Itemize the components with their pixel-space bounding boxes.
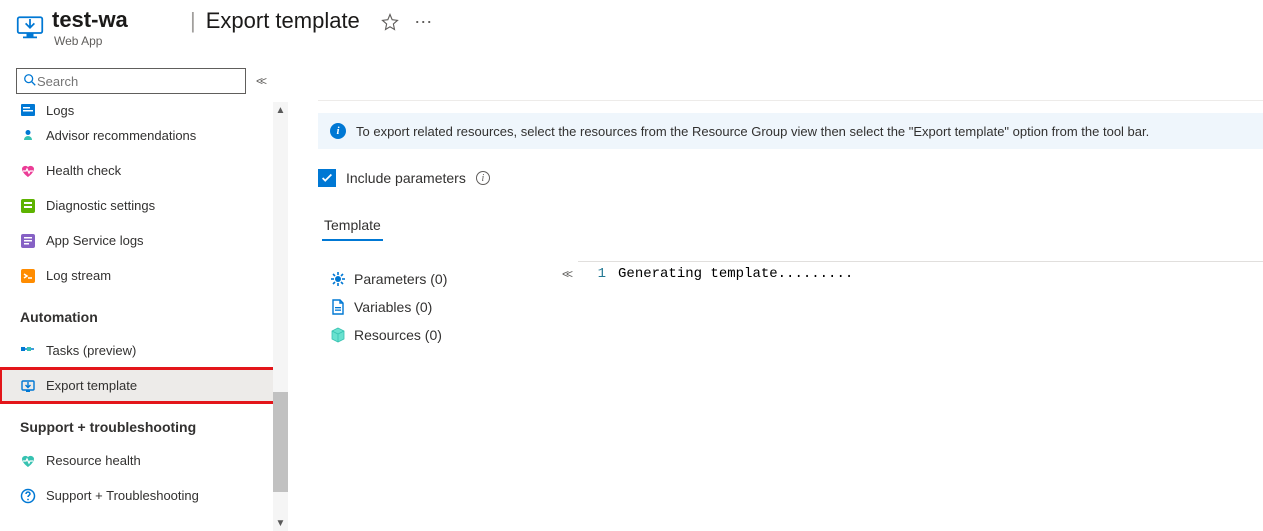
info-banner: i To export related resources, select th…	[318, 113, 1263, 149]
sidebar-item-label: Tasks (preview)	[46, 343, 136, 358]
tabs: Template	[322, 211, 1263, 241]
res-health-icon	[20, 453, 36, 469]
tab-template[interactable]: Template	[322, 211, 383, 241]
tree-label: Resources (0)	[354, 327, 442, 343]
header-separator: |	[190, 8, 196, 34]
sidebar-item-support-troubleshooting[interactable]: Support + Troubleshooting	[0, 478, 288, 513]
collapse-menu-icon[interactable]: <<	[256, 74, 264, 88]
include-parameters-row: Include parameters i	[318, 163, 1263, 193]
sidebar-section-support: Support + troubleshooting	[0, 403, 288, 443]
template-tree: Parameters (0) Variables (0) Resources (…	[322, 261, 562, 349]
tree-label: Variables (0)	[354, 299, 432, 315]
info-icon: i	[330, 123, 346, 139]
resource-header: test-wa Web App | Export template ⋯	[0, 0, 1263, 60]
logs-icon	[20, 102, 36, 118]
sidebar-item-label: Resource health	[46, 453, 141, 468]
sidebar-item-export-template[interactable]: Export template	[0, 368, 288, 403]
sidebar-item-label: Advisor recommendations	[46, 128, 196, 143]
scroll-thumb[interactable]	[273, 392, 288, 492]
page-title: Export template	[206, 8, 360, 34]
header-actions: ⋯	[380, 12, 434, 32]
resource-type: Web App	[52, 34, 182, 48]
include-parameters-info-icon[interactable]: i	[476, 171, 490, 185]
sidebar-item-label: Diagnostic settings	[46, 198, 155, 213]
tasks-icon	[20, 343, 36, 359]
sidebar-item-label: Support + Troubleshooting	[46, 488, 199, 503]
sidebar-item-tasks[interactable]: Tasks (preview)	[0, 333, 288, 368]
code-editor[interactable]: 1 Generating template.........	[578, 261, 1263, 286]
advisor-icon	[20, 128, 36, 144]
tree-resources[interactable]: Resources (0)	[322, 321, 562, 349]
sidebar-item-label: Log stream	[46, 268, 111, 283]
toolbar-divider	[318, 100, 1263, 101]
health-icon	[20, 163, 36, 179]
export-icon	[20, 378, 36, 394]
webapp-icon	[16, 12, 44, 40]
sidebar-nav: Logs Advisor recommendations Health chec…	[0, 102, 288, 531]
sidebar-item-label: Logs	[46, 103, 74, 118]
variables-icon	[330, 299, 346, 315]
resource-name[interactable]: test-wa	[52, 6, 182, 34]
code-line: Generating template.........	[618, 262, 853, 286]
search-icon	[23, 73, 37, 90]
resources-icon	[330, 327, 346, 343]
sidebar: << Logs Advisor recommendations Health c…	[0, 64, 288, 531]
sidebar-search[interactable]	[16, 68, 246, 94]
app-logs-icon	[20, 233, 36, 249]
sidebar-scrollbar[interactable]: ▲ ▼	[273, 102, 288, 531]
sidebar-item-log-stream[interactable]: Log stream	[0, 258, 288, 293]
tree-label: Parameters (0)	[354, 271, 447, 287]
info-banner-text: To export related resources, select the …	[356, 124, 1149, 139]
search-input[interactable]	[37, 74, 239, 89]
sidebar-section-automation: Automation	[0, 293, 288, 333]
tree-parameters[interactable]: Parameters (0)	[322, 265, 562, 293]
main-content: i To export related resources, select th…	[300, 64, 1263, 531]
sidebar-item-app-service-logs[interactable]: App Service logs	[0, 223, 288, 258]
support-icon	[20, 488, 36, 504]
code-gutter: 1	[578, 262, 618, 286]
tree-variables[interactable]: Variables (0)	[322, 293, 562, 321]
parameters-icon	[330, 271, 346, 287]
scroll-down-icon[interactable]: ▼	[273, 515, 288, 531]
include-parameters-checkbox[interactable]	[318, 169, 336, 187]
sidebar-item-label: App Service logs	[46, 233, 144, 248]
collapse-tree-icon[interactable]: <<	[562, 267, 570, 281]
sidebar-item-label: Health check	[46, 163, 121, 178]
scroll-up-icon[interactable]: ▲	[273, 102, 288, 118]
more-ellipsis-icon[interactable]: ⋯	[414, 12, 434, 32]
sidebar-item-diagnostic-settings[interactable]: Diagnostic settings	[0, 188, 288, 223]
sidebar-item-health-check[interactable]: Health check	[0, 153, 288, 188]
log-stream-icon	[20, 268, 36, 284]
include-parameters-label: Include parameters	[346, 170, 466, 186]
sidebar-item-logs[interactable]: Logs	[0, 102, 288, 118]
favorite-star-icon[interactable]	[380, 12, 400, 32]
sidebar-item-advisor[interactable]: Advisor recommendations	[0, 118, 288, 153]
diag-icon	[20, 198, 36, 214]
sidebar-item-resource-health[interactable]: Resource health	[0, 443, 288, 478]
sidebar-item-label: Export template	[46, 378, 137, 393]
header-titles: test-wa Web App	[52, 6, 182, 48]
